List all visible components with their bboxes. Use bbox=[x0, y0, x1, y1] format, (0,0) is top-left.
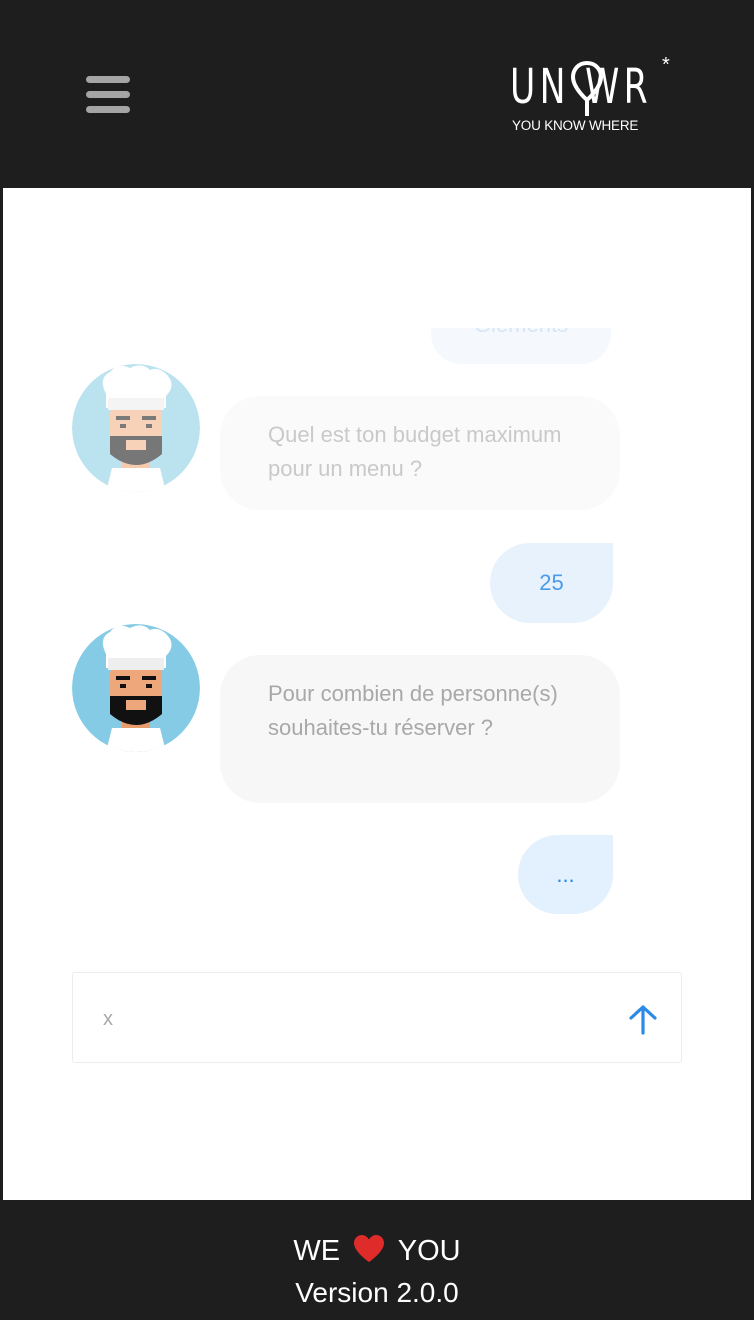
chef-avatar bbox=[72, 364, 200, 492]
app-header: UN WR * YOU KNOW WHERE bbox=[0, 0, 754, 188]
hamburger-menu-icon[interactable] bbox=[86, 76, 130, 114]
unowr-logo[interactable]: UN WR * YOU KNOW WHERE bbox=[510, 54, 680, 138]
typing-indicator-bubble: ... bbox=[518, 835, 613, 914]
bot-message-text: Pour combien de personne(s) souhaites-tu… bbox=[268, 681, 558, 740]
footer-we: WE bbox=[293, 1235, 341, 1267]
app-footer: WE YOU Version 2.0.0 bbox=[0, 1200, 754, 1320]
message-input[interactable] bbox=[101, 1001, 585, 1037]
faded-user-message: Gléments bbox=[431, 328, 611, 364]
chef-avatar bbox=[72, 624, 200, 752]
bot-message-bubble: Quel est ton budget maximum pour un menu… bbox=[220, 396, 620, 510]
logo-tagline: YOU KNOW WHERE bbox=[512, 118, 639, 133]
app-version: Version 2.0.0 bbox=[295, 1277, 459, 1308]
heart-icon bbox=[354, 1235, 385, 1262]
bot-message-text: Quel est ton budget maximum pour un menu… bbox=[268, 422, 562, 481]
location-pin-icon bbox=[570, 60, 604, 116]
footer-you: YOU bbox=[397, 1235, 461, 1267]
user-message-bubble: 25 bbox=[490, 543, 613, 623]
faded-message-text: Gléments bbox=[431, 328, 611, 338]
user-message-text: 25 bbox=[539, 570, 564, 595]
message-composer bbox=[72, 972, 682, 1063]
arrow-up-icon[interactable] bbox=[627, 1003, 659, 1035]
typing-indicator-text: ... bbox=[556, 862, 575, 887]
bot-message-bubble: Pour combien de personne(s) souhaites-tu… bbox=[220, 655, 620, 803]
logo-asterisk: * bbox=[662, 54, 670, 76]
footer-tagline: WE YOU bbox=[0, 1234, 754, 1268]
